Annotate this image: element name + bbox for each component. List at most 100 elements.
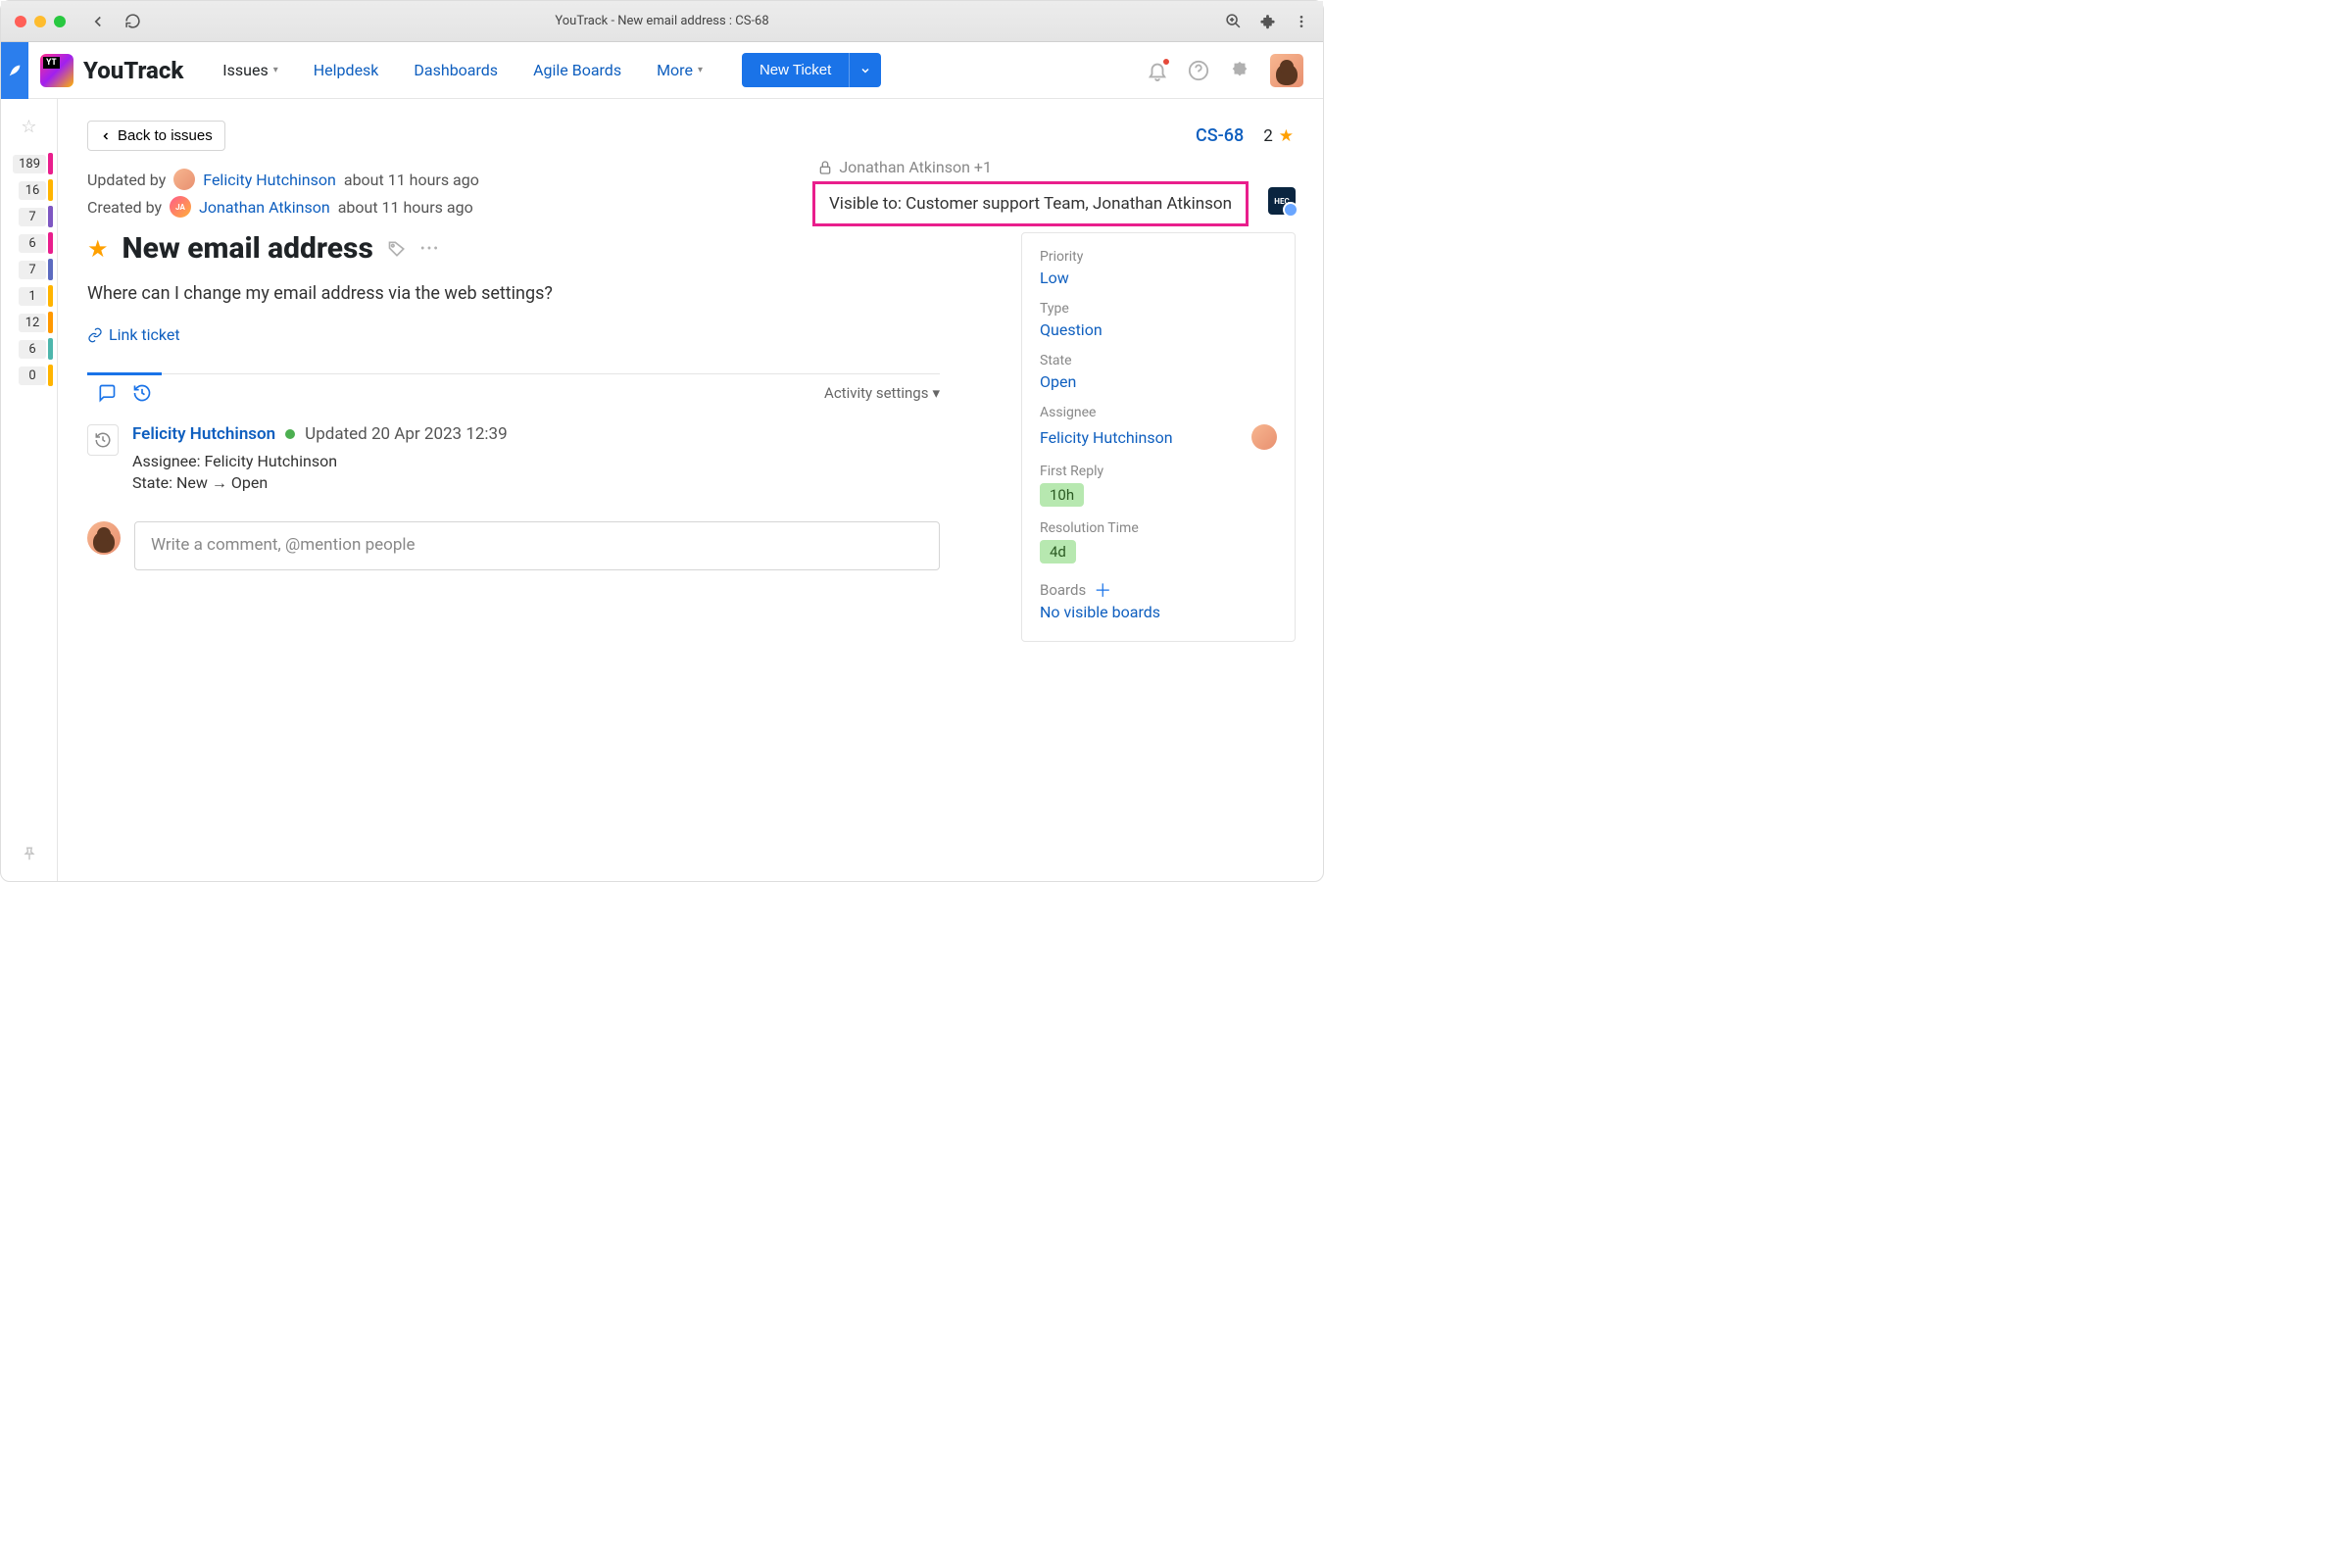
browser-back-icon[interactable] (89, 13, 107, 30)
activity-entry: Felicity Hutchinson Updated 20 Apr 2023 … (87, 424, 940, 496)
issue-sidebar: Priority Low Type Question State Open As… (1021, 232, 1296, 642)
created-by-user[interactable]: Jonathan Atkinson (199, 198, 330, 217)
chevron-down-icon: ▾ (273, 65, 278, 75)
issue-title: New email address (122, 231, 373, 266)
issue-id[interactable]: CS-68 (1196, 125, 1244, 146)
star-icon: ★ (1279, 126, 1294, 146)
rail-color-bar (48, 285, 53, 307)
field-boards[interactable]: Boards ＋ No visible boards (1040, 577, 1277, 621)
back-label: Back to issues (118, 127, 213, 144)
rail-filter-badge[interactable]: 7 (19, 259, 53, 280)
current-user-avatar (87, 521, 121, 555)
nav-dashboards[interactable]: Dashboards (414, 61, 498, 79)
browser-extensions-icon[interactable] (1259, 13, 1276, 29)
rail-filter-badge[interactable]: 6 (19, 338, 53, 360)
new-ticket-dropdown[interactable] (849, 53, 881, 87)
rail-filter-badge[interactable]: 7 (19, 206, 53, 227)
notifications-icon[interactable] (1147, 60, 1168, 81)
activity-change-line: Assignee: Felicity Hutchinson (132, 452, 940, 470)
field-state[interactable]: State Open (1040, 353, 1277, 391)
activity-user[interactable]: Felicity Hutchinson (132, 424, 275, 444)
created-time: about 11 hours ago (338, 198, 473, 217)
visible-to-callout: Visible to: Customer support Team, Jonat… (812, 181, 1249, 226)
browser-zoom-icon[interactable] (1225, 13, 1242, 29)
rail-color-bar (48, 153, 53, 174)
assignee-avatar-icon (1251, 424, 1277, 450)
updated-by-user[interactable]: Felicity Hutchinson (203, 171, 336, 189)
nav-issues[interactable]: Issues▾ (222, 61, 277, 79)
rail-count: 189 (13, 155, 46, 173)
field-assignee[interactable]: Assignee Felicity Hutchinson (1040, 405, 1277, 450)
rail-color-bar (48, 338, 53, 360)
pin-icon[interactable] (21, 846, 38, 863)
notification-badge (1162, 58, 1170, 66)
rail-filter-badge[interactable]: 12 (19, 312, 53, 333)
star-outline-icon[interactable]: ☆ (21, 117, 36, 137)
user-avatar[interactable] (1270, 54, 1303, 87)
top-nav: YouTrack Issues▾ Helpdesk Dashboards Agi… (1, 42, 1323, 99)
updated-time: about 11 hours ago (344, 171, 479, 189)
rail-count: 6 (19, 340, 46, 359)
rail-filter-badge[interactable]: 0 (19, 365, 53, 386)
field-priority[interactable]: Priority Low (1040, 249, 1277, 287)
rail-color-bar (48, 179, 53, 201)
activity-change-line: State: New → Open (132, 473, 940, 493)
project-chip[interactable]: HEC (1268, 187, 1296, 215)
rail-count: 7 (19, 261, 46, 279)
rail-filter-badge[interactable]: 1 (19, 285, 53, 307)
browser-menu-icon[interactable] (1294, 13, 1309, 29)
chevron-down-icon: ▾ (698, 65, 703, 75)
nav-more[interactable]: More ▾ (657, 61, 703, 79)
comment-input[interactable]: Write a comment, @mention people (134, 521, 940, 570)
browser-reload-icon[interactable] (124, 13, 141, 30)
online-indicator-icon (285, 429, 295, 439)
star-count[interactable]: 2 ★ (1263, 126, 1294, 146)
history-icon (87, 424, 119, 456)
activity-settings[interactable]: Activity settings ▾ (824, 376, 940, 402)
browser-chrome: YouTrack - New email address : CS-68 (1, 1, 1323, 42)
history-tab[interactable] (132, 383, 152, 403)
help-icon[interactable] (1188, 60, 1209, 81)
rail-count: 0 (19, 367, 46, 385)
settings-icon[interactable] (1229, 60, 1250, 81)
star-icon[interactable]: ★ (87, 235, 109, 263)
issue-description: Where can I change my email address via … (87, 283, 910, 304)
rail-color-bar (48, 365, 53, 386)
avatar-icon (170, 196, 191, 218)
field-type[interactable]: Type Question (1040, 301, 1277, 339)
new-ticket-button[interactable]: New Ticket (742, 53, 849, 87)
browser-title: YouTrack - New email address : CS-68 (555, 14, 768, 28)
feather-icon[interactable] (1, 42, 28, 99)
rail-color-bar (48, 259, 53, 280)
tag-icon[interactable] (387, 239, 407, 259)
nav-agile-boards[interactable]: Agile Boards (533, 61, 621, 79)
window-maximize[interactable] (54, 16, 66, 27)
rail-color-bar (48, 312, 53, 333)
traffic-lights (15, 16, 66, 27)
rail-filter-badge[interactable]: 16 (19, 179, 53, 201)
issue-content: Back to issues CS-68 2 ★ Updated by Feli… (58, 99, 1323, 881)
rail-count: 12 (19, 314, 46, 332)
window-close[interactable] (15, 16, 26, 27)
watchers[interactable]: Jonathan Atkinson +1 (817, 158, 992, 176)
back-to-issues-button[interactable]: Back to issues (87, 121, 225, 151)
youtrack-logo-icon (40, 54, 74, 87)
product-name: YouTrack (83, 57, 183, 84)
more-actions-icon[interactable]: ••• (420, 241, 440, 257)
field-first-reply[interactable]: First Reply 10h (1040, 464, 1277, 507)
window-minimize[interactable] (34, 16, 46, 27)
product-logo[interactable]: YouTrack (40, 54, 183, 87)
add-board-icon[interactable]: ＋ (1094, 577, 1111, 603)
rail-color-bar (48, 206, 53, 227)
lock-icon (817, 160, 833, 175)
field-resolution-time[interactable]: Resolution Time 4d (1040, 520, 1277, 564)
avatar-icon (173, 169, 195, 190)
rail-count: 6 (19, 234, 46, 253)
rail-count: 7 (19, 208, 46, 226)
rail-filter-badge[interactable]: 189 (13, 153, 53, 174)
comments-tab[interactable] (97, 383, 117, 403)
nav-helpdesk[interactable]: Helpdesk (314, 61, 379, 79)
chevron-down-icon: ▾ (932, 384, 940, 402)
left-rail: ☆ 189 16 7 6 7 1 12 6 0 (1, 99, 58, 881)
rail-filter-badge[interactable]: 6 (19, 232, 53, 254)
